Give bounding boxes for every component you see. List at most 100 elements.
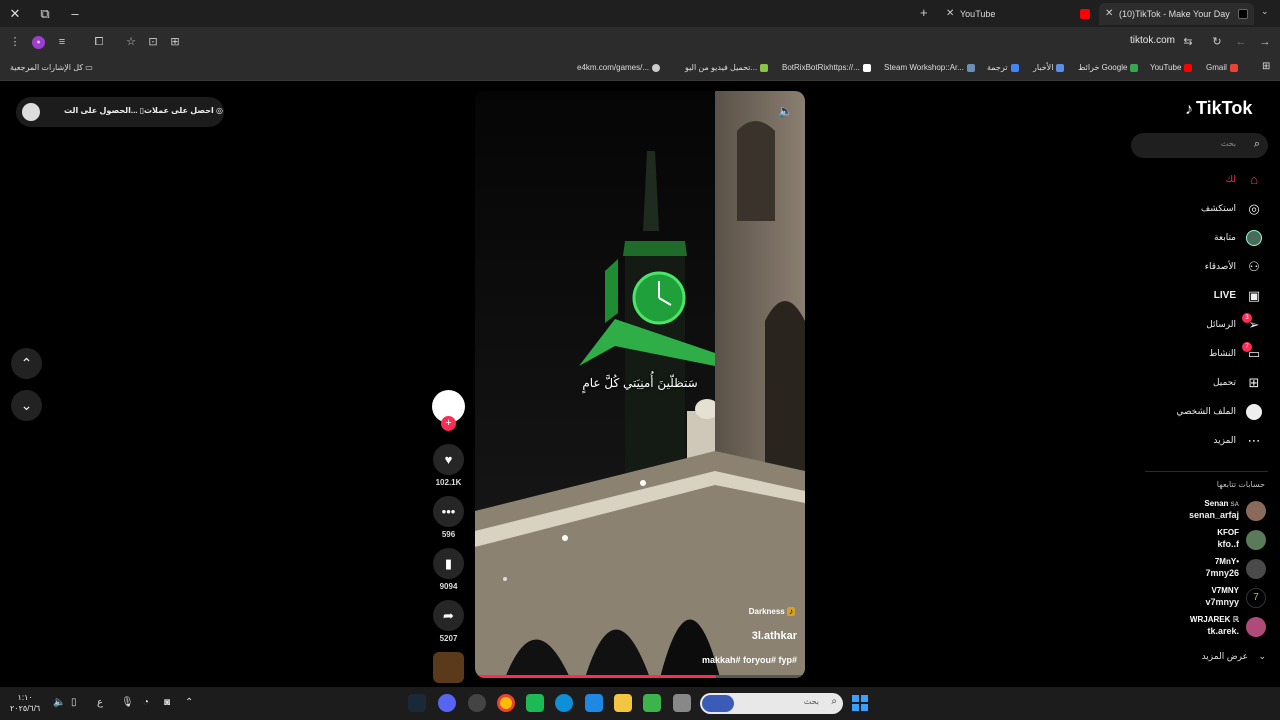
get-app-button[interactable]: الحصول على الت... ▯	[64, 106, 144, 115]
install-app-icon[interactable]: ⊞	[168, 34, 182, 50]
close-tab-icon[interactable]: ✕	[946, 3, 954, 25]
sidebar-item-for-you[interactable]: لك ⌂	[1156, 171, 1266, 193]
sidebar-item-upload[interactable]: تحميل ⊞	[1156, 374, 1266, 396]
app-icon[interactable]	[643, 694, 661, 712]
chrome-icon[interactable]	[497, 694, 515, 712]
get-coins-button[interactable]: احصل على عملات ◎	[144, 106, 223, 115]
all-bookmarks-folder[interactable]: كل الإشارات المرجعية ▭	[10, 62, 93, 74]
discord-icon[interactable]	[438, 694, 456, 712]
music-disc-button[interactable]	[430, 652, 467, 683]
close-window-icon[interactable]: ✕	[6, 5, 24, 22]
see-more-button[interactable]: عرض المزيد ⌄	[1202, 651, 1266, 662]
following-account[interactable]: 7 V7MNY v7mnyy	[1158, 586, 1268, 612]
restore-window-icon[interactable]: ⧉	[36, 5, 54, 22]
file-explorer-icon[interactable]	[614, 694, 632, 712]
avatar	[1246, 501, 1266, 521]
reload-icon[interactable]: ↻	[1210, 34, 1224, 50]
tray-app-icon[interactable]: ◙	[164, 697, 170, 708]
sidebar-item-label: تحميل	[1212, 377, 1236, 387]
like-button[interactable]: ♥ 102.1K	[430, 444, 467, 487]
back-icon[interactable]: →	[1258, 34, 1272, 50]
volume-tray-icon[interactable]: 🔈	[53, 697, 65, 708]
sidebar-item-more[interactable]: المزيد ⋯	[1156, 432, 1266, 454]
user-avatar[interactable]	[22, 103, 40, 121]
language-indicator[interactable]: ع	[97, 697, 103, 708]
following-account[interactable]: Senan SA senan_arfaj	[1158, 499, 1268, 525]
share-icon[interactable]: ➦	[433, 600, 464, 631]
bookmark-icon[interactable]: ▮	[433, 548, 464, 579]
bookmark-item[interactable]: Gmail	[1206, 62, 1238, 74]
following-account[interactable]: KFOF kfo..f	[1158, 528, 1268, 554]
microphone-icon[interactable]: 🎙	[121, 697, 134, 708]
tab-search-icon[interactable]: ⌄	[1261, 6, 1269, 17]
video-hashtags[interactable]: makkah# foryou# fyp#	[702, 655, 797, 665]
close-tab-icon[interactable]: ✕	[1105, 3, 1113, 25]
next-video-button[interactable]: ⌄	[11, 390, 42, 421]
network-icon[interactable]: ▯	[71, 697, 77, 708]
bookmark-item[interactable]: e4km.com/games/...	[577, 62, 661, 74]
tray-app-icon[interactable]: ◔	[143, 697, 149, 708]
video-author[interactable]: 3l.athkar	[752, 630, 797, 642]
account-name: 7MnY•	[1214, 557, 1239, 566]
clock-time: ١:١٠	[17, 693, 33, 702]
bookmark-star-icon[interactable]: ☆	[124, 34, 138, 50]
sidebar-item-profile[interactable]: الملف الشخصي	[1156, 403, 1266, 425]
bookmark-item[interactable]: YouTube	[1150, 62, 1193, 74]
forward-icon[interactable]: ←	[1234, 34, 1248, 50]
profile-avatar-icon[interactable]: ●	[32, 36, 45, 49]
address-bar[interactable]: tiktok.com	[1080, 35, 1175, 46]
store-icon[interactable]	[585, 694, 603, 712]
bookmark-item[interactable]: Steam Workshop::Ar...	[884, 62, 975, 74]
bookmark-item[interactable]: ترجمة	[987, 62, 1019, 74]
search-input[interactable]: بحث ⌕	[1131, 133, 1268, 158]
sidebar-item-activity[interactable]: النشاط ▭ 7	[1156, 342, 1266, 367]
bookmark-item[interactable]: خرائط Google	[1078, 62, 1139, 74]
account-name: KFOF	[1217, 528, 1239, 537]
clock[interactable]: ١:١٠ ٢٠٢٥/٦/٦	[10, 692, 40, 714]
share-button[interactable]: ➦ 5207	[430, 600, 467, 643]
sidebar-item-label: LIVE	[1213, 290, 1236, 301]
chevron-up-icon[interactable]: ⌃	[185, 697, 193, 708]
extensions-icon[interactable]: ≡	[55, 34, 69, 50]
app-icon[interactable]	[673, 694, 691, 712]
music-disc-icon[interactable]	[433, 652, 464, 683]
sidebar-item-label: استكشف	[1200, 203, 1236, 213]
music-tag[interactable]: Darkness ♪	[749, 607, 795, 616]
video-player[interactable]: 🔈 سَتظلّينَ أُمنِيَتي كُلَّ عامٍ Darknes…	[475, 91, 805, 678]
following-account[interactable]: WRJAREK ℝ tk.arek.	[1158, 615, 1268, 641]
sidebar-item-messages[interactable]: الرسائل ➢ 3	[1156, 313, 1266, 338]
save-button[interactable]: ▮ 9094	[430, 548, 467, 591]
apps-grid-icon[interactable]: ⊞	[1262, 61, 1270, 73]
video-progress-bar[interactable]	[475, 675, 805, 678]
new-tab-button[interactable]: +	[920, 5, 928, 20]
volume-icon[interactable]: 🔈	[778, 104, 793, 118]
minimize-window-icon[interactable]: –	[66, 5, 84, 22]
bookmark-item[interactable]: BotRixBotRixhttps://...	[782, 62, 871, 74]
tiktok-logo[interactable]: ♪ TikTok	[1185, 98, 1252, 119]
follow-plus-icon[interactable]: +	[441, 416, 456, 431]
following-account[interactable]: 7MnY• 7mny26	[1158, 557, 1268, 583]
taskbar-search-input[interactable]: بحث ⌕	[700, 693, 843, 714]
menu-icon[interactable]: ⋮	[8, 34, 22, 50]
windows-start-icon[interactable]	[852, 695, 868, 711]
edge-icon[interactable]	[555, 694, 573, 712]
screenshot-icon[interactable]: ⊡	[146, 34, 160, 50]
app-icon[interactable]	[526, 694, 544, 712]
search-icon[interactable]: ⌕	[1254, 138, 1260, 151]
steam-icon[interactable]	[408, 694, 426, 712]
tab-tiktok[interactable]: ✕ (10)TikTok - Make Your Day	[1099, 3, 1254, 25]
tab-youtube[interactable]: ✕ YouTube	[940, 3, 1098, 25]
settings-icon[interactable]	[468, 694, 486, 712]
comment-button[interactable]: ••• 596	[430, 496, 467, 539]
heart-icon[interactable]: ♥	[433, 444, 464, 475]
comment-icon[interactable]: •••	[433, 496, 464, 527]
sidebar-item-live[interactable]: LIVE ▣	[1156, 287, 1266, 309]
previous-video-button[interactable]: ⌃	[11, 348, 42, 379]
bookmark-item[interactable]: تحميل فيديو من اليو...	[685, 62, 769, 74]
sidebar-item-friends[interactable]: الأصدقاء ⚇	[1156, 258, 1266, 280]
sidebar-item-explore[interactable]: استكشف ◎	[1156, 200, 1266, 222]
bookmark-item[interactable]: الأخبار	[1033, 62, 1065, 74]
sidebar-item-following[interactable]: متابعة	[1156, 229, 1266, 251]
site-settings-icon[interactable]: ⇆	[1181, 34, 1195, 50]
puzzle-icon[interactable]: ⧠	[92, 34, 106, 50]
